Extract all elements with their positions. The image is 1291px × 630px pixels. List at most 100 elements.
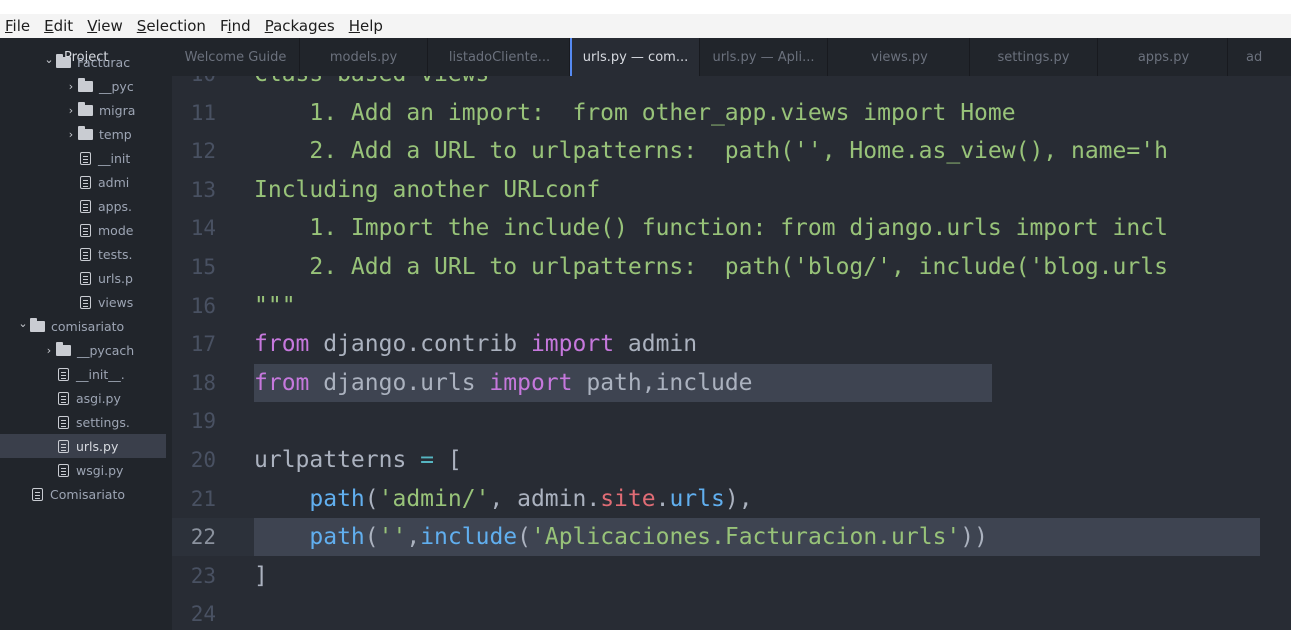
tree-folder[interactable]: › __pycach: [0, 338, 166, 362]
code-line[interactable]: urlpatterns = [: [254, 441, 462, 479]
chevron-right-icon[interactable]: ›: [42, 344, 56, 357]
code-line[interactable]: 1. Add an import: from other_app.views i…: [254, 94, 1015, 132]
line-number[interactable]: 23: [172, 557, 216, 595]
code-token: (: [364, 524, 379, 551]
line-number[interactable]: 24: [172, 595, 216, 630]
code-line[interactable]: """: [254, 287, 296, 325]
code-token: path: [309, 524, 365, 551]
file-text-icon: [58, 463, 69, 477]
tree-file[interactable]: tests.: [0, 242, 166, 266]
editor-tab[interactable]: settings.py: [970, 38, 1098, 76]
menu-packages[interactable]: Packages: [265, 17, 335, 35]
tree-item-label: wsgi.py: [76, 462, 124, 478]
code-editor[interactable]: 101112131415161718192021222324 Class-bas…: [172, 76, 1291, 630]
editor-tab[interactable]: Welcome Guide: [172, 38, 300, 76]
editor-tab[interactable]: models.py: [300, 38, 428, 76]
editor-tab[interactable]: urls.py — com...: [570, 38, 700, 76]
code-token: Including another URLconf: [254, 176, 601, 203]
tree-folder[interactable]: › migra: [0, 98, 166, 122]
tree-folder[interactable]: › __pyc: [0, 74, 166, 98]
editor-tab[interactable]: ad: [1230, 38, 1291, 76]
editor-tab[interactable]: apps.py: [1100, 38, 1228, 76]
code-token: django.urls: [309, 369, 490, 396]
tree-file[interactable]: Comisariato: [0, 482, 166, 506]
editor-tab[interactable]: urls.py — Apli...: [700, 38, 828, 76]
menu-view[interactable]: View: [87, 17, 123, 35]
tree-file[interactable]: urls.p: [0, 266, 166, 290]
code-line[interactable]: 2. Add a URL to urlpatterns: path('blog/…: [254, 248, 1168, 286]
file-text-icon: [80, 151, 91, 165]
code-token: from: [254, 369, 310, 396]
line-number[interactable]: 12: [172, 132, 216, 170]
code-line[interactable]: from django.urls import path,include: [254, 364, 753, 402]
code-token: 2. Add a URL to urlpatterns: path('', Ho…: [254, 138, 1168, 165]
tree-file[interactable]: settings.: [0, 410, 166, 434]
chevron-right-icon[interactable]: ›: [64, 80, 78, 93]
file-text-icon: [58, 439, 69, 453]
tree-file[interactable]: mode: [0, 218, 166, 242]
line-number[interactable]: 10: [172, 76, 216, 93]
chevron-down-icon[interactable]: ⌄: [42, 53, 56, 66]
tree-file[interactable]: wsgi.py: [0, 458, 166, 482]
file-text-icon: [80, 199, 91, 213]
code-token: 1. Import the include() function: from d…: [254, 215, 1168, 242]
editor-tab[interactable]: views.py: [830, 38, 970, 76]
chevron-right-icon[interactable]: ›: [64, 104, 78, 117]
menu-find[interactable]: Find: [220, 17, 251, 35]
file-text-icon: [58, 415, 69, 429]
file-text-icon: [58, 391, 69, 405]
menu-help[interactable]: Help: [349, 17, 383, 35]
line-number[interactable]: 16: [172, 287, 216, 325]
tree-item-label: __init__.: [76, 366, 125, 382]
line-number[interactable]: 11: [172, 94, 216, 132]
tree-item-label: __pyc: [99, 78, 134, 94]
tree-folder[interactable]: ⌄ comisariato: [0, 314, 166, 338]
chevron-down-icon[interactable]: ⌄: [16, 317, 30, 330]
line-number[interactable]: 14: [172, 209, 216, 247]
tree-item-label: temp: [99, 126, 132, 142]
tree-item-label: admi: [98, 174, 130, 190]
tree-folder[interactable]: › temp: [0, 122, 166, 146]
line-number[interactable]: 15: [172, 248, 216, 286]
line-number[interactable]: 19: [172, 402, 216, 440]
code-token: [: [434, 447, 462, 473]
code-token: (: [364, 485, 379, 512]
code-token: .: [655, 485, 670, 512]
code-line[interactable]: from django.contrib import admin: [254, 325, 697, 363]
chevron-right-icon[interactable]: ›: [64, 128, 78, 141]
line-number[interactable]: 18: [172, 364, 216, 402]
code-line[interactable]: Including another URLconf: [254, 171, 600, 209]
line-number[interactable]: 17: [172, 325, 216, 363]
tree-file[interactable]: asgi.py: [0, 386, 166, 410]
code-line[interactable]: path('',include('Aplicaciones.Facturacio…: [254, 518, 988, 556]
code-token: urls: [669, 485, 725, 512]
tree-file[interactable]: urls.py: [0, 434, 166, 458]
code-line[interactable]: path('admin/', admin.site.urls),: [254, 480, 752, 518]
tree-file[interactable]: __init: [0, 146, 166, 170]
editor-tab[interactable]: listadoCliente...: [430, 38, 570, 76]
line-number[interactable]: 20: [172, 441, 216, 479]
menu-edit[interactable]: Edit: [44, 17, 73, 35]
tree-file[interactable]: apps.: [0, 194, 166, 218]
folder-icon: [30, 317, 45, 332]
menu-selection[interactable]: Selection: [137, 17, 206, 35]
file-text-icon: [32, 487, 43, 501]
folder-icon: [78, 101, 93, 116]
tree-file[interactable]: __init__.: [0, 362, 166, 386]
tree-folder[interactable]: ⌄ Facturac: [0, 50, 166, 74]
code-line[interactable]: ]: [254, 557, 268, 595]
code-line[interactable]: 2. Add a URL to urlpatterns: path('', Ho…: [254, 132, 1168, 170]
tree-item-label: views: [98, 294, 134, 310]
code-line[interactable]: 1. Import the include() function: from d…: [254, 209, 1168, 247]
tree-file[interactable]: views: [0, 290, 166, 314]
line-number[interactable]: 13: [172, 171, 216, 209]
code-line[interactable]: Class-based views: [254, 76, 489, 93]
tree-file[interactable]: admi: [0, 170, 166, 194]
code-token: ]: [254, 562, 268, 589]
line-number[interactable]: 21: [172, 480, 216, 518]
code-token: =: [420, 447, 435, 473]
line-number[interactable]: 22: [172, 518, 216, 556]
screen-top-edge: [0, 0, 1291, 14]
menu-file[interactable]: File: [5, 17, 30, 35]
code-token: urlpatterns: [254, 447, 421, 473]
